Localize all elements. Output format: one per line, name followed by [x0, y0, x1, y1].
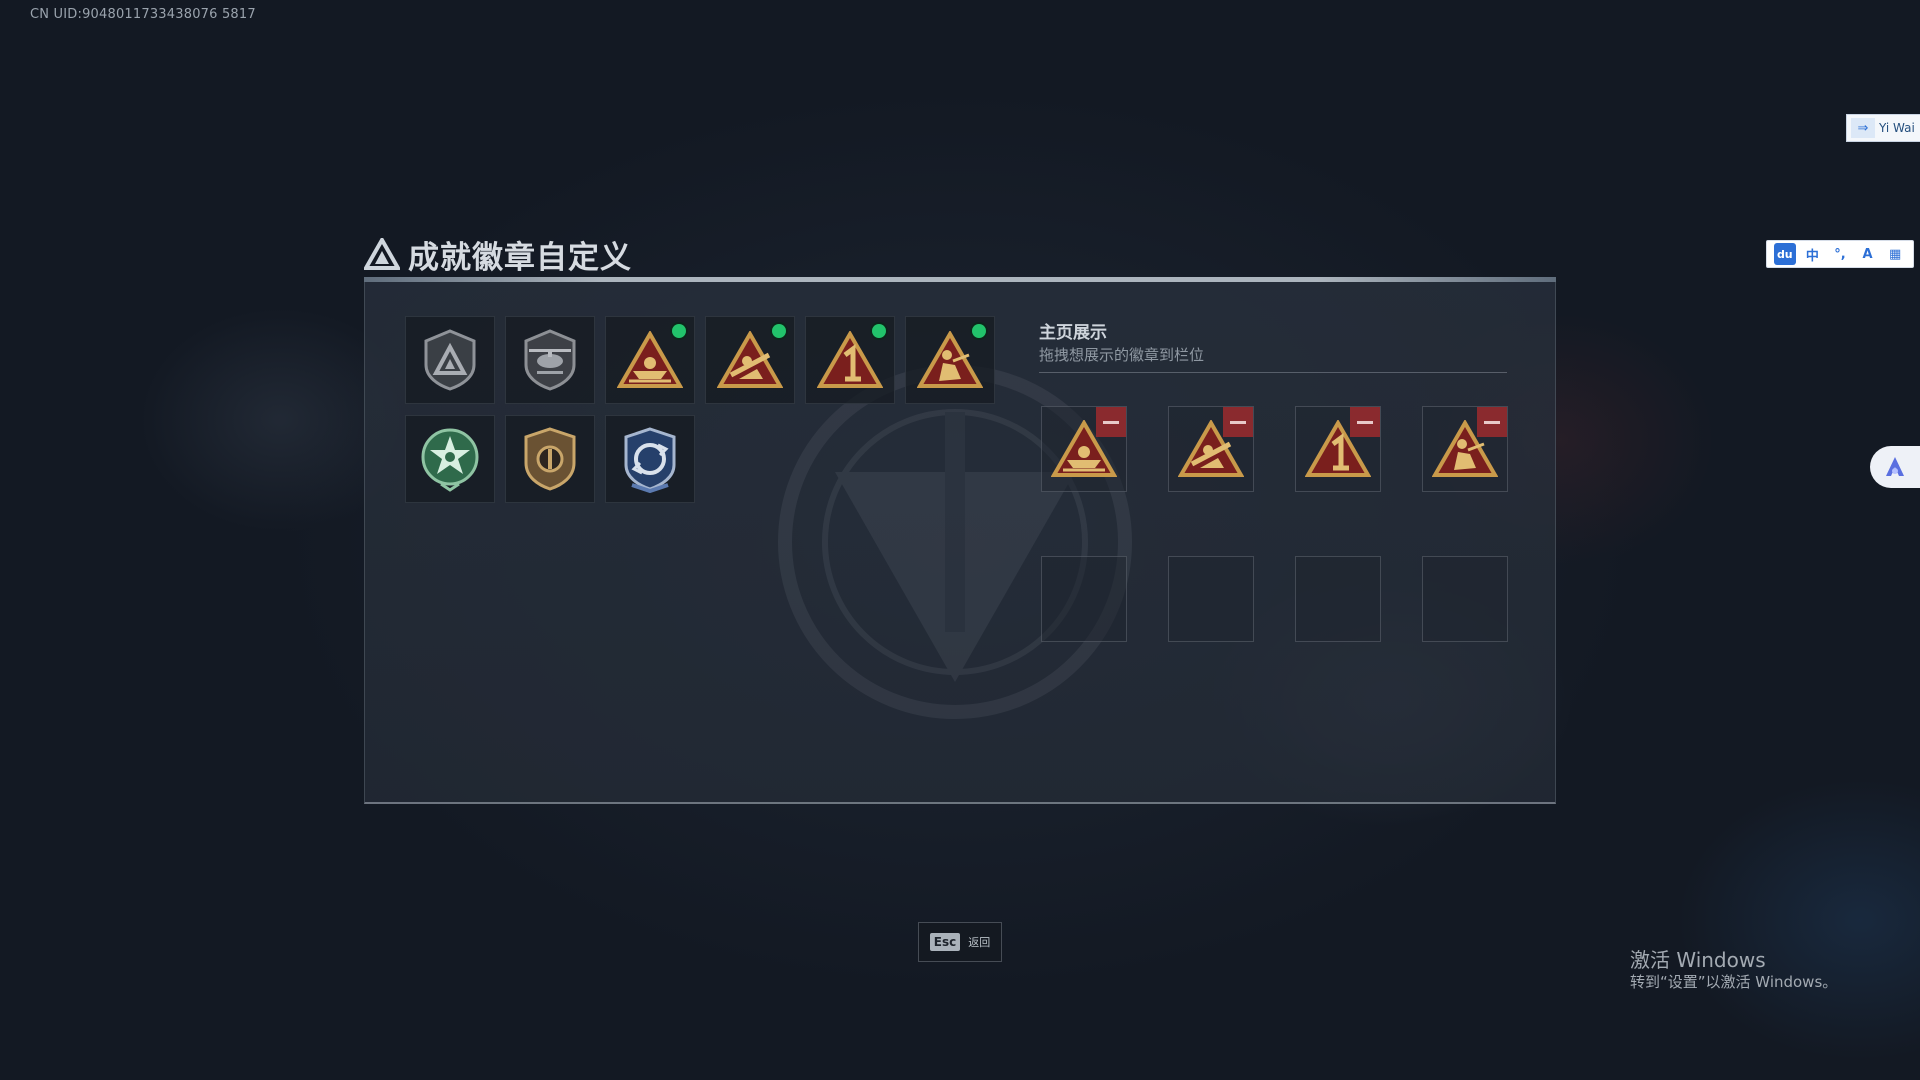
ime-toolbar: du 中 °, A ▦	[1766, 240, 1914, 268]
equipped-indicator	[972, 324, 986, 338]
boat-triangle-badge-icon	[617, 331, 683, 388]
showcase-slot-1[interactable]	[1041, 406, 1127, 492]
badge-cell-blue-rotation-medal[interactable]	[605, 415, 695, 503]
bronze-shield-badge-icon	[524, 427, 576, 491]
helicopter-shield-badge-icon	[524, 329, 576, 391]
gunner-triangle-badge-icon	[717, 331, 783, 388]
floating-assistant-button[interactable]	[1870, 446, 1920, 488]
minus-icon	[1230, 420, 1246, 424]
remove-badge-button[interactable]	[1096, 407, 1126, 437]
rank-shield-badge-icon	[424, 329, 476, 391]
back-label: 返回	[968, 936, 991, 949]
showcase-slot-3[interactable]	[1295, 406, 1381, 492]
back-button[interactable]: Esc 返回	[918, 922, 1002, 962]
esc-key-icon: Esc	[929, 933, 961, 951]
minus-icon	[1103, 420, 1119, 424]
page-title: 成就徽章自定义	[408, 239, 632, 276]
remove-badge-button[interactable]	[1477, 407, 1507, 437]
blue-rotation-medal-badge-icon	[624, 427, 676, 493]
badge-inventory-grid	[405, 316, 995, 503]
green-star-medal-badge-icon	[421, 428, 479, 492]
equipped-indicator	[672, 324, 686, 338]
yi-wai-label: Yi Wai	[1879, 121, 1915, 135]
minus-icon	[1484, 420, 1500, 424]
badge-cell-gunner-triangle[interactable]	[705, 316, 795, 404]
showcase-slot-6[interactable]	[1168, 556, 1254, 642]
ime-punctuation-toggle[interactable]: °,	[1829, 243, 1851, 265]
showcase-title: 主页展示	[1039, 323, 1107, 343]
minus-icon	[1357, 420, 1373, 424]
arrow-icon: ⇒	[1851, 118, 1875, 138]
badge-cell-boat-triangle[interactable]	[605, 316, 695, 404]
showcase-slot-5[interactable]	[1041, 556, 1127, 642]
badge-cell-bronze-shield[interactable]	[505, 415, 595, 503]
windows-activation-hint: 转到“设置”以激活 Windows。	[1630, 973, 1838, 991]
assistant-icon	[1886, 457, 1904, 476]
yi-wai-tab[interactable]: ⇒ Yi Wai	[1846, 114, 1920, 142]
showcase-subtitle: 拖拽想展示的徽章到栏位	[1039, 346, 1205, 364]
equipped-indicator	[772, 324, 786, 338]
showcase-slot-4[interactable]	[1422, 406, 1508, 492]
uid-label: CN UID:9048011733438076 5817	[30, 7, 256, 22]
windows-activation-title: 激活 Windows	[1630, 948, 1766, 972]
remove-badge-button[interactable]	[1223, 407, 1253, 437]
badge-cell-green-star-medal[interactable]	[405, 415, 495, 503]
badge-cell-rank-shield[interactable]	[405, 316, 495, 404]
remove-badge-button[interactable]	[1350, 407, 1380, 437]
showcase-divider	[1039, 372, 1507, 373]
badge-cell-helicopter-shield[interactable]	[505, 316, 595, 404]
badge-customize-panel: 主页展示 拖拽想展示的徽章到栏位	[364, 282, 1556, 804]
showcase-slot-7[interactable]	[1295, 556, 1381, 642]
triangle-logo-icon	[364, 238, 400, 270]
page-header: 成就徽章自定义	[364, 232, 632, 276]
equipped-indicator	[872, 324, 886, 338]
crouch-soldier-triangle-badge-icon	[917, 331, 983, 388]
showcase-slot-8[interactable]	[1422, 556, 1508, 642]
ime-language-toggle[interactable]: 中	[1801, 243, 1823, 265]
showcase-slot-2[interactable]	[1168, 406, 1254, 492]
ime-skin-icon[interactable]: A	[1857, 243, 1879, 265]
number-one-triangle-badge-icon	[817, 331, 883, 388]
baidu-ime-logo-icon[interactable]: du	[1773, 243, 1796, 265]
ime-menu-grid-icon[interactable]: ▦	[1884, 243, 1906, 265]
badge-cell-number-one-triangle[interactable]	[805, 316, 895, 404]
badge-cell-crouch-soldier-triangle[interactable]	[905, 316, 995, 404]
